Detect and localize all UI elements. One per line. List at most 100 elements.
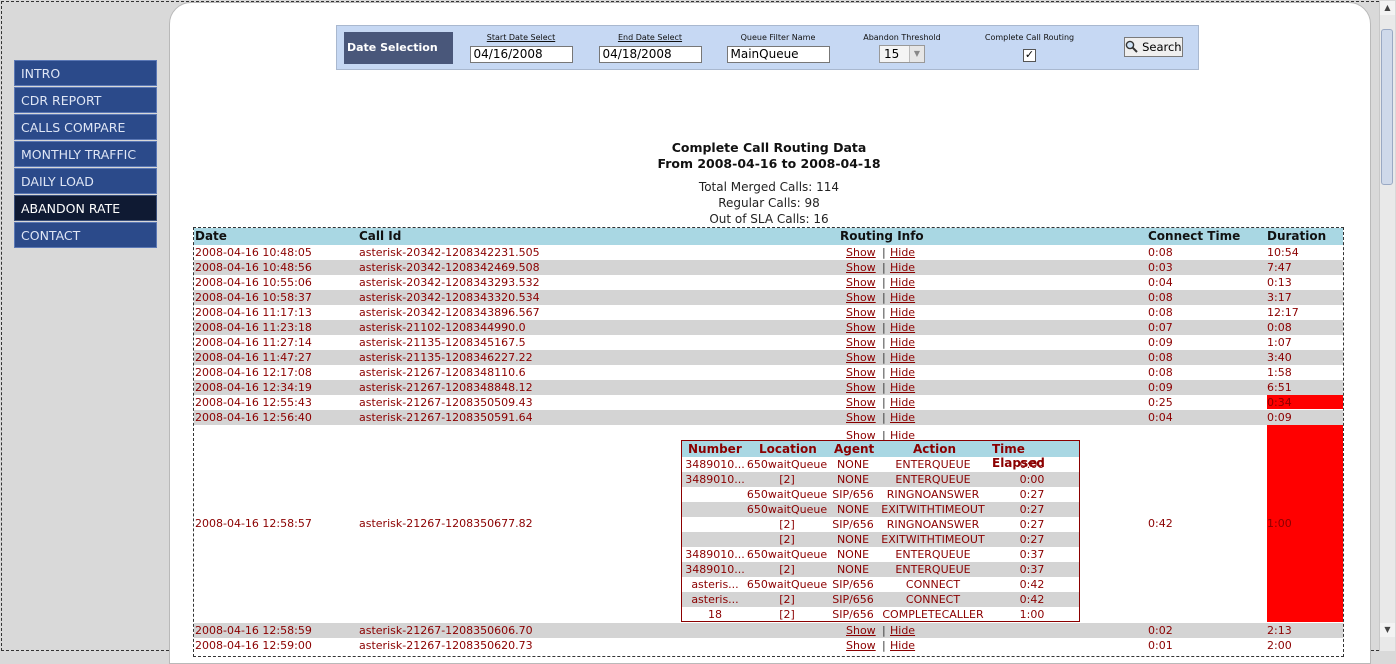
show-link[interactable]: Show xyxy=(846,639,876,652)
header-routing-info: Routing Info xyxy=(840,229,924,243)
row-duration: 3:17 xyxy=(1267,291,1292,304)
row-duration: 0:08 xyxy=(1267,321,1292,334)
end-date-label: End Date Select xyxy=(617,33,683,42)
routing-action: ENTERQUEUE xyxy=(895,458,971,471)
table-row: 2008-04-16 12:55:43 asterisk-21267-120835… xyxy=(194,395,1343,410)
hide-link[interactable]: Hide xyxy=(890,351,915,364)
nav-item-calls-compare[interactable]: CALLS COMPARE xyxy=(14,114,157,140)
nav-item-abandon-rate[interactable]: ABANDON RATE xyxy=(14,195,157,221)
separator: | xyxy=(882,276,886,289)
search-button[interactable]: Search xyxy=(1124,37,1183,57)
separator: | xyxy=(882,291,886,304)
show-link[interactable]: Show xyxy=(846,336,876,349)
abandon-threshold-label: Abandon Threshold xyxy=(863,33,941,42)
row-date: 2008-04-16 12:58:59 xyxy=(195,624,312,637)
show-link[interactable]: Show xyxy=(846,306,876,319)
table-row: 2008-04-16 10:48:05 asterisk-20342-120834… xyxy=(194,245,1343,260)
vertical-scrollbar[interactable]: ▲ ▼ xyxy=(1379,1,1395,651)
hide-link[interactable]: Hide xyxy=(890,624,915,637)
hide-link[interactable]: Hide xyxy=(890,366,915,379)
row-call-id: asterisk-21135-1208346227.22 xyxy=(359,351,533,364)
show-link[interactable]: Show xyxy=(846,366,876,379)
complete-routing-checkbox[interactable]: ✓ xyxy=(1023,49,1036,62)
row-date: 2008-04-16 10:58:37 xyxy=(195,291,312,304)
hide-link[interactable]: Hide xyxy=(890,639,915,652)
routing-row: [2] SIP/656 RINGNOANSWER 0:27 xyxy=(682,517,1079,532)
row-duration: 0:09 xyxy=(1267,411,1292,424)
show-link[interactable]: Show xyxy=(846,321,876,334)
routing-agent: SIP/656 xyxy=(832,593,874,606)
nav-item-intro[interactable]: INTRO xyxy=(14,60,157,86)
routing-header-location: Location xyxy=(759,442,817,456)
hide-link[interactable]: Hide xyxy=(890,321,915,334)
routing-number: asteris... xyxy=(691,593,739,606)
show-link[interactable]: Show xyxy=(846,624,876,637)
nav-item-cdr-report[interactable]: CDR REPORT xyxy=(14,87,157,113)
show-link[interactable]: Show xyxy=(846,351,876,364)
show-link[interactable]: Show xyxy=(846,276,876,289)
row-duration: 0:34 xyxy=(1267,396,1292,409)
row-date: 2008-04-16 12:59:00 xyxy=(195,639,312,652)
routing-action: CONNECT xyxy=(905,593,961,606)
row-duration: 10:54 xyxy=(1267,246,1299,259)
hide-link[interactable]: Hide xyxy=(890,411,915,424)
nav-item-monthly-traffic[interactable]: MONTHLY TRAFFIC xyxy=(14,141,157,167)
scroll-down-icon[interactable]: ▼ xyxy=(1380,623,1395,637)
show-link[interactable]: Show xyxy=(846,291,876,304)
queue-filter-input[interactable] xyxy=(726,45,830,63)
hide-link[interactable]: Hide xyxy=(890,381,915,394)
row-connect-time: 0:09 xyxy=(1148,336,1173,349)
routing-elapsed: 1:00 xyxy=(1019,608,1045,621)
row-connect-time: 0:25 xyxy=(1148,396,1173,409)
row-duration: 1:00 xyxy=(1267,517,1292,530)
report-title: Complete Call Routing Data xyxy=(671,140,867,155)
show-link[interactable]: Show xyxy=(846,261,876,274)
start-date-input[interactable] xyxy=(469,45,573,63)
show-link[interactable]: Show xyxy=(846,381,876,394)
routing-location: [2] xyxy=(779,593,795,606)
header-duration: Duration xyxy=(1267,229,1327,243)
hide-link[interactable]: Hide xyxy=(890,291,915,304)
hide-link[interactable]: Hide xyxy=(890,261,915,274)
routing-header: Number Location Agent Action Time Elapse… xyxy=(682,441,1079,470)
routing-header-number: Number xyxy=(688,442,742,456)
show-link[interactable]: Show xyxy=(846,411,876,424)
end-date-input[interactable] xyxy=(598,45,702,63)
separator: | xyxy=(882,624,886,637)
routing-action: CONNECT xyxy=(905,578,961,591)
hide-link[interactable]: Hide xyxy=(890,246,915,259)
row-call-id: asterisk-21267-1208350677.82 xyxy=(359,517,533,530)
routing-elapsed: 0:00 xyxy=(1019,458,1045,471)
routing-row: 3489010... 650waitQueue NONE ENTERQUEUE 0:00 xyxy=(682,457,1079,472)
routing-row: 18 [2] SIP/656 COMPLETECALLER 1:00 xyxy=(682,607,1079,622)
routing-agent: SIP/656 xyxy=(832,518,874,531)
table-row: 2008-04-16 12:34:19 asterisk-21267-120834… xyxy=(194,380,1343,395)
row-call-id: asterisk-20342-1208343896.567 xyxy=(359,306,540,319)
routing-location: 650waitQueue xyxy=(746,458,828,471)
show-link[interactable]: Show xyxy=(846,396,876,409)
routing-agent: NONE xyxy=(836,563,870,576)
scroll-up-icon[interactable]: ▲ xyxy=(1380,1,1395,15)
show-link[interactable]: Show xyxy=(846,246,876,259)
separator: | xyxy=(882,396,886,409)
row-duration: 0:13 xyxy=(1267,276,1292,289)
hide-link[interactable]: Hide xyxy=(890,306,915,319)
nav-item-contact[interactable]: CONTACT xyxy=(14,222,157,248)
routing-action: EXITWITHTIMEOUT xyxy=(881,503,985,516)
routing-elapsed: 0:37 xyxy=(1019,563,1045,576)
row-duration: 7:47 xyxy=(1267,261,1292,274)
routing-location: [2] xyxy=(779,518,795,531)
abandon-threshold-select[interactable]: 15 ▼ xyxy=(879,45,925,63)
hide-link[interactable]: Hide xyxy=(890,396,915,409)
routing-agent: SIP/656 xyxy=(832,608,874,621)
row-duration: 1:07 xyxy=(1267,336,1292,349)
routing-elapsed: 0:27 xyxy=(1019,518,1045,531)
routing-row: 3489010... [2] NONE ENTERQUEUE 0:00 xyxy=(682,472,1079,487)
row-duration: 2:00 xyxy=(1267,639,1292,652)
nav-item-daily-load[interactable]: DAILY LOAD xyxy=(14,168,157,194)
hide-link[interactable]: Hide xyxy=(890,276,915,289)
regular-calls: Regular Calls: 98 xyxy=(718,196,820,210)
scroll-thumb[interactable] xyxy=(1381,29,1393,185)
table-row: 2008-04-16 10:48:56 asterisk-20342-120834… xyxy=(194,260,1343,275)
hide-link[interactable]: Hide xyxy=(890,336,915,349)
